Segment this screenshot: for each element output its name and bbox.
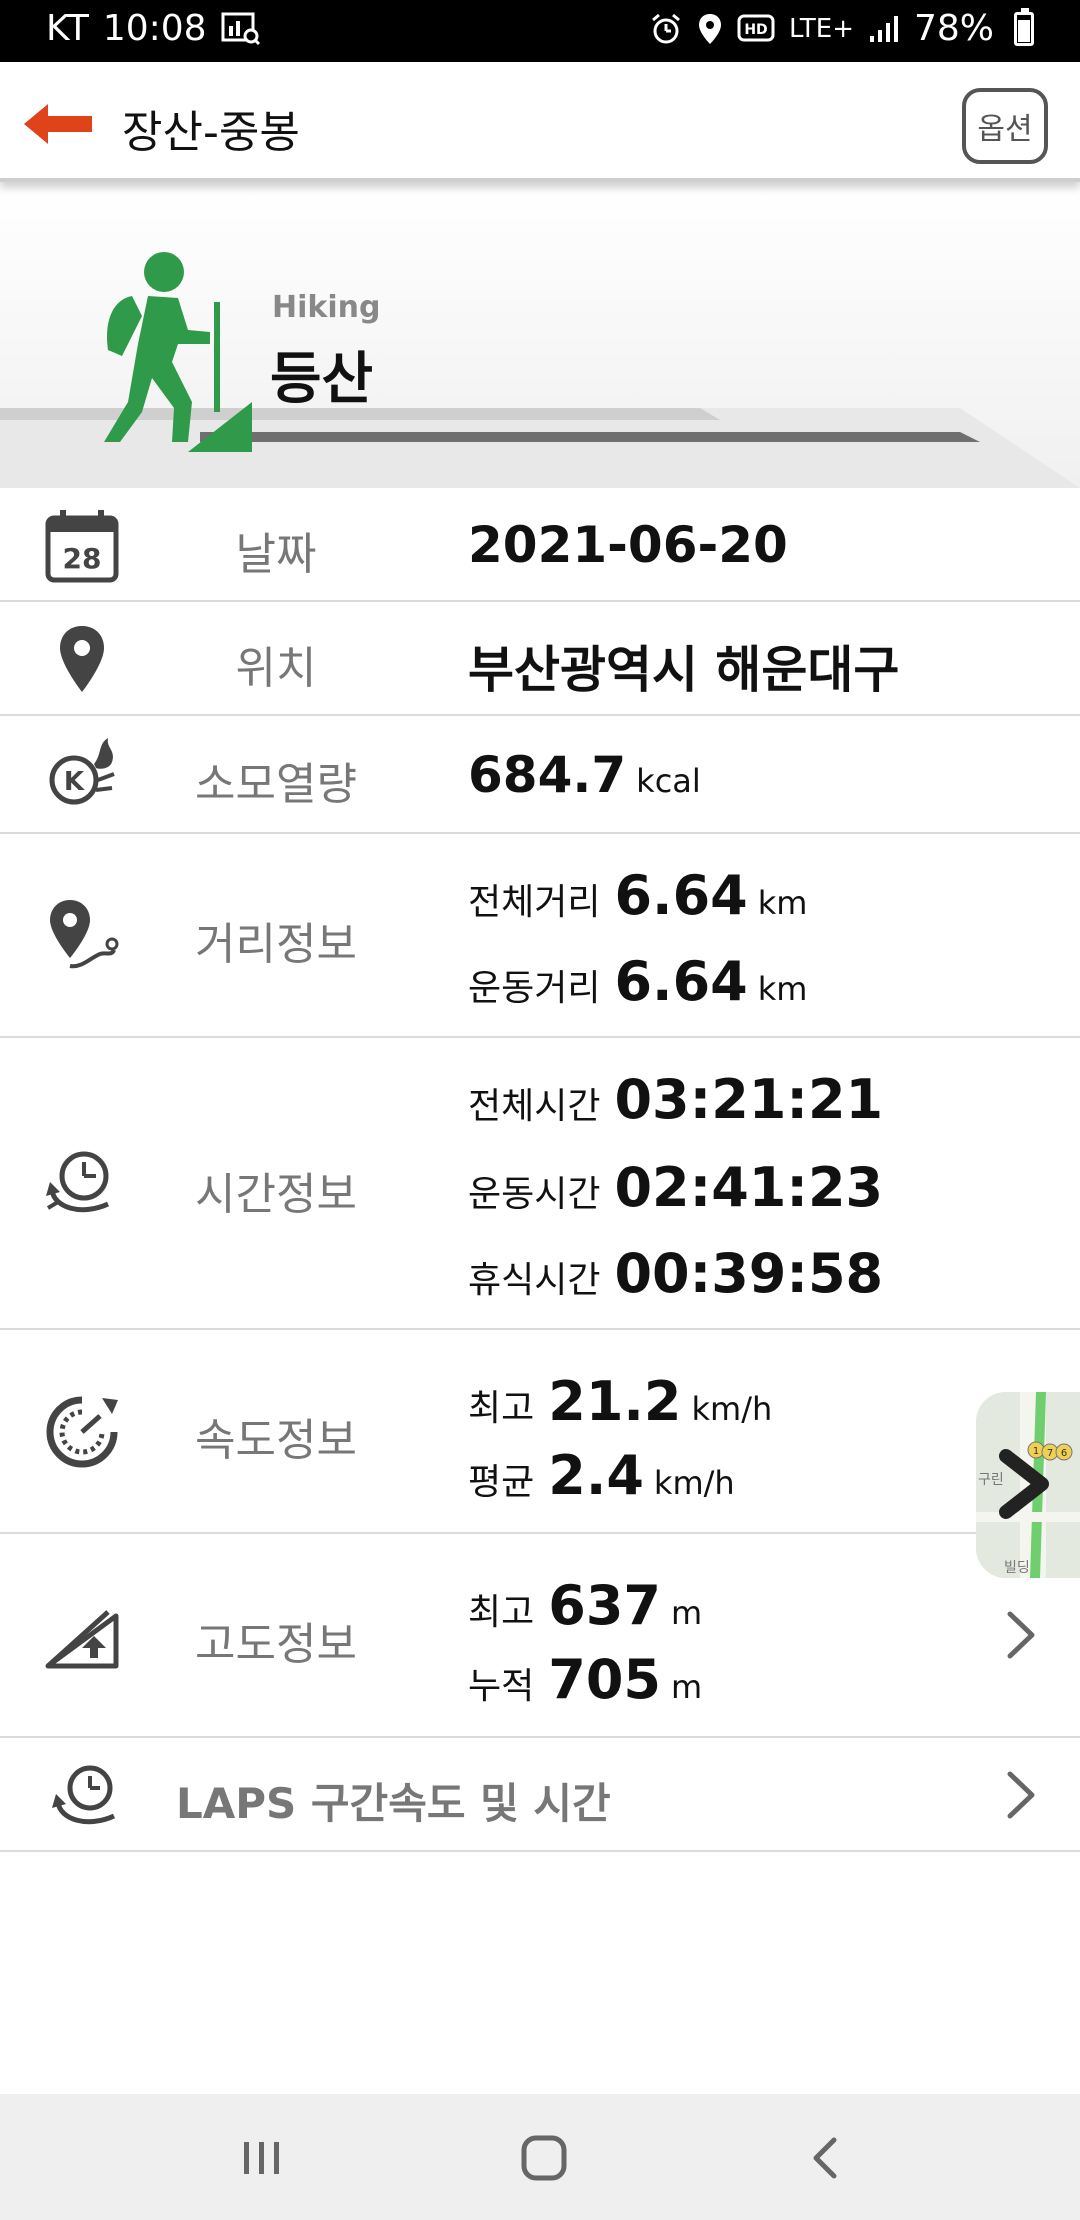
- chevron-right-icon[interactable]: [1004, 1608, 1038, 1662]
- total-distance-value: 6.64: [614, 864, 748, 927]
- screenshot-icon: [221, 12, 260, 45]
- max-altitude-key: 최고: [468, 1592, 535, 1633]
- calories-unit: kcal: [636, 762, 701, 800]
- moving-distance-unit: km: [757, 970, 808, 1008]
- avg-speed-key: 평균: [468, 1462, 535, 1503]
- max-altitude-value: 637: [548, 1574, 661, 1637]
- date-value: 2021-06-20: [468, 516, 788, 574]
- hiker-icon: [104, 252, 252, 452]
- location-value: 부산광역시 해운대구: [468, 641, 900, 699]
- calories-value: 684.7: [468, 746, 627, 804]
- clock-cycle-icon: [46, 1151, 110, 1213]
- time-row: 시간정보 전체시간 03:21:21 운동시간 02:41:23 휴식시간 00…: [0, 1038, 1080, 1330]
- rest-time-key: 휴식시간: [468, 1260, 601, 1301]
- moving-distance-value: 6.64: [614, 950, 748, 1013]
- battery-percent: 78%: [913, 8, 994, 49]
- location-pin-icon: [60, 626, 104, 692]
- date-label: 날짜: [235, 529, 317, 580]
- altitude-slope-icon: [45, 1610, 119, 1669]
- calories-value-wrap: 684.7 kcal: [468, 746, 701, 804]
- cumulative-altitude-unit: m: [670, 1668, 703, 1706]
- total-distance-unit: km: [757, 884, 808, 922]
- altitude-row[interactable]: 고도정보 최고 637 m 누적 705 m: [0, 1534, 1080, 1738]
- recents-icon[interactable]: [232, 2128, 292, 2188]
- moving-distance-key: 운동거리: [468, 968, 601, 1009]
- system-nav-bar: [0, 2094, 1080, 2220]
- page-title: 장산-중봉: [122, 107, 300, 158]
- laps-clock-icon: [52, 1765, 116, 1825]
- max-altitude-line: 최고 637 m: [468, 1574, 702, 1637]
- carrier-label: KT: [46, 8, 89, 49]
- svg-text:HD: HD: [744, 22, 767, 38]
- total-distance-line: 전체거리 6.64 km: [468, 864, 807, 927]
- total-time-line: 전체시간 03:21:21: [468, 1068, 883, 1131]
- time-label: 시간정보: [195, 1169, 357, 1220]
- moving-time-line: 운동시간 02:41:23: [468, 1156, 883, 1219]
- activity-title: 등산: [270, 347, 374, 412]
- max-speed-line: 최고 21.2 km/h: [468, 1370, 772, 1433]
- max-speed-unit: km/h: [691, 1390, 773, 1428]
- route-pin-icon: [50, 900, 119, 969]
- avg-speed-line: 평균 2.4 km/h: [468, 1444, 735, 1507]
- status-bar: KT 10:08 HD LTE+ 78%: [0, 0, 1080, 62]
- speed-row[interactable]: 속도정보 최고 21.2 km/h 평균 2.4 km/h 1 7 6 구린 빌…: [0, 1330, 1080, 1578]
- moving-distance-line: 운동거리 6.64 km: [468, 950, 807, 1013]
- app-bar: 장산-중봉 옵션: [0, 62, 1080, 182]
- alarm-icon: [652, 13, 680, 43]
- speed-label: 속도정보: [195, 1415, 357, 1466]
- activity-info-list: 28 날짜 2021-06-20 위치 부산광역시 해운대구 K 소모열량 68…: [0, 488, 1080, 1852]
- calories-row: K 소모열량 684.7 kcal: [0, 716, 1080, 834]
- battery-icon: [1014, 7, 1034, 46]
- map-label-3: 6: [1061, 1448, 1067, 1459]
- max-altitude-unit: m: [670, 1594, 703, 1632]
- location-row: 위치 부산광역시 해운대구: [0, 602, 1080, 716]
- date-row: 28 날짜 2021-06-20: [0, 488, 1080, 602]
- clock-label: 10:08: [102, 8, 207, 49]
- rest-time-value: 00:39:58: [614, 1242, 884, 1305]
- location-label: 위치: [235, 643, 317, 694]
- hd-voice-icon: HD: [737, 14, 775, 41]
- network-type-label: LTE+: [788, 13, 854, 44]
- chevron-right-icon[interactable]: [1004, 1768, 1038, 1822]
- rest-time-line: 휴식시간 00:39:58: [468, 1242, 883, 1305]
- signal-icon: [869, 15, 898, 42]
- distance-label: 거리정보: [195, 919, 357, 970]
- cumulative-altitude-line: 누적 705 m: [468, 1648, 702, 1711]
- distance-row: 거리정보 전체거리 6.64 km 운동거리 6.64 km: [0, 834, 1080, 1038]
- moving-time-key: 운동시간: [468, 1174, 601, 1215]
- location-status-icon: [698, 13, 721, 44]
- avg-speed-unit: km/h: [653, 1464, 735, 1502]
- back-icon[interactable]: [796, 2128, 856, 2188]
- total-distance-key: 전체거리: [468, 882, 601, 923]
- map-label-2: 7: [1047, 1448, 1053, 1459]
- max-speed-value: 21.2: [548, 1370, 682, 1433]
- back-arrow-icon[interactable]: [20, 100, 96, 148]
- activity-subtitle: Hiking: [272, 290, 381, 325]
- map-label-1: 1: [1033, 1446, 1039, 1457]
- calendar-icon: 28: [45, 510, 119, 583]
- laps-label: LAPS 구간속도 및 시간: [176, 1779, 611, 1828]
- moving-time-value: 02:41:23: [614, 1156, 884, 1219]
- calories-label: 소모열량: [195, 759, 357, 810]
- avg-speed-value: 2.4: [548, 1444, 644, 1507]
- total-time-key: 전체시간: [468, 1086, 601, 1127]
- total-time-value: 03:21:21: [614, 1068, 884, 1131]
- cumulative-altitude-key: 누적: [468, 1666, 535, 1707]
- laps-row[interactable]: LAPS 구간속도 및 시간: [0, 1738, 1080, 1852]
- options-button[interactable]: 옵션: [962, 88, 1048, 164]
- calorie-icon-text: K: [64, 767, 85, 797]
- home-icon[interactable]: [514, 2128, 574, 2188]
- activity-header: Hiking 등산: [0, 186, 1080, 488]
- map-label-4: 구린: [978, 1472, 1004, 1488]
- calorie-flame-icon: K: [49, 738, 115, 805]
- max-speed-key: 최고: [468, 1388, 535, 1429]
- cumulative-altitude-value: 705: [548, 1648, 661, 1711]
- speedometer-icon: [46, 1396, 118, 1468]
- altitude-label: 고도정보: [195, 1619, 357, 1670]
- calendar-icon-text: 28: [63, 542, 102, 575]
